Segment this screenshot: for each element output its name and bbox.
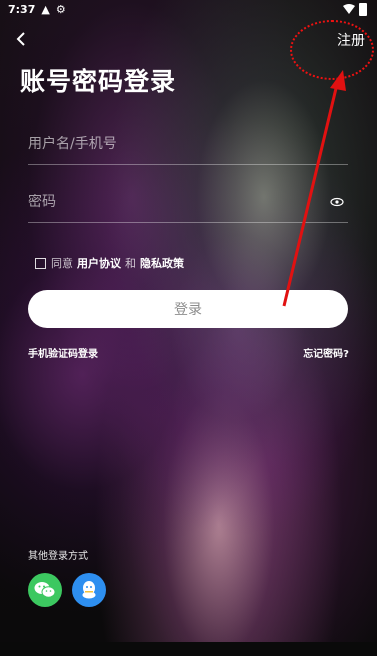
navigation-bar [0,642,377,656]
battery-icon [359,2,367,16]
gear-icon: ⚙ [55,2,66,16]
warning-icon: ▲ [41,2,50,16]
privacy-policy-link[interactable]: 隐私政策 [140,255,184,271]
back-chevron-icon [16,32,25,46]
qq-login-button[interactable] [72,573,106,607]
username-input[interactable] [28,136,308,152]
wechat-icon [34,582,56,598]
eye-icon[interactable] [330,195,344,209]
wifi-icon [343,4,355,14]
password-input[interactable] [28,194,308,210]
agree-prefix: 同意 [51,257,73,270]
wechat-login-button[interactable] [28,573,62,607]
sms-login-link[interactable]: 手机验证码登录 [28,345,98,360]
password-field [28,182,348,223]
forgot-password-link[interactable]: 忘记密码? [303,345,349,360]
qq-icon [82,581,96,599]
agreement-row: 同意 用户协议 和 隐私政策 [35,255,186,271]
login-screen: 7:37 ▲ ⚙ 注册 账号密码登录 同意 用户协议 和 隐私政 [0,0,377,656]
login-button[interactable]: 登录 [28,290,348,328]
agree-and-text: 和 [125,257,136,270]
register-link[interactable]: 注册 [337,30,365,50]
user-agreement-link[interactable]: 用户协议 [77,255,121,271]
register-highlight-circle [290,20,374,80]
other-login-label: 其他登录方式 [28,551,88,562]
page-title: 账号密码登录 [20,67,177,96]
username-field [28,124,348,165]
back-button[interactable] [10,28,32,50]
status-bar: 7:37 ▲ ⚙ [0,0,377,18]
status-time: 7:37 [8,2,36,16]
agreement-checkbox[interactable] [35,257,46,269]
status-right-icons [343,2,367,16]
